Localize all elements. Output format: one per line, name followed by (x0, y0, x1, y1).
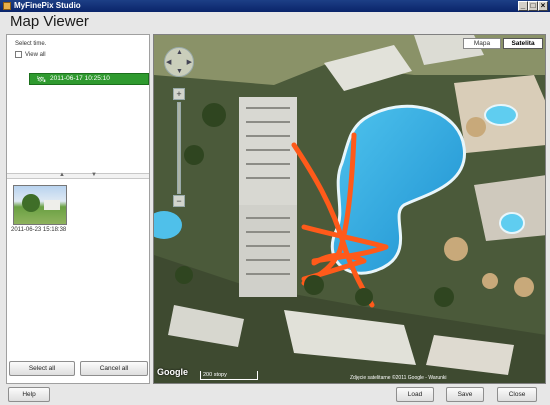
photo-thumbnail[interactable] (13, 185, 67, 225)
chevron-down-icon: ▼ (91, 172, 97, 178)
cancel-all-button[interactable]: Cancel all (80, 361, 148, 376)
map-type-satellite-button[interactable]: Satelita (503, 38, 543, 49)
thumbnail-tree (22, 194, 40, 212)
google-logo: Google (157, 367, 188, 377)
time-item-label: 2011-06-17 10:25:10 (50, 75, 110, 82)
maximize-button[interactable]: □ (528, 1, 538, 11)
pan-left-icon[interactable]: ◀ (166, 58, 171, 66)
save-button[interactable]: Save (446, 387, 484, 402)
page-title: Map Viewer (10, 13, 89, 30)
zoom-slider-track[interactable] (177, 102, 181, 194)
view-all-checkbox[interactable] (15, 51, 22, 58)
map-attribution[interactable]: Zdjęcie satelitarne ©2011 Google - Warun… (350, 375, 447, 381)
chevron-up-icon: ▲ (59, 172, 65, 178)
panel-splitter[interactable]: ▲ ▼ (7, 172, 149, 179)
view-all-row[interactable]: View all (15, 51, 46, 58)
satellite-icon: 🛰 (36, 75, 47, 84)
map-viewer-window: MyFinePix Studio _ □ × Map Viewer Select… (0, 0, 550, 405)
left-panel: Select time. View all 🛰 2011-06-17 10:25… (6, 34, 150, 384)
map-scale: 200 stopy (200, 371, 258, 380)
minimize-button[interactable]: _ (518, 1, 528, 11)
app-icon (3, 2, 11, 10)
thumbnail-building (44, 200, 60, 210)
select-all-button[interactable]: Select all (9, 361, 75, 376)
bottom-bar: Help Load Save Close (0, 384, 550, 405)
zoom-out-button[interactable]: − (173, 195, 185, 207)
hotel-building-left (239, 97, 297, 297)
help-button[interactable]: Help (8, 387, 50, 402)
view-all-label: View all (25, 51, 46, 58)
window-title: MyFinePix Studio (14, 1, 81, 10)
left-button-row: Select all Cancel all (6, 361, 150, 379)
thumbnail-date: 2011-06-23 15:18:38 (11, 227, 67, 233)
satellite-map[interactable] (154, 35, 546, 384)
pan-control[interactable]: ▲ ◀ ▶ ▼ (164, 47, 194, 77)
title-bar: MyFinePix Studio _ □ × (0, 0, 550, 12)
pan-up-icon[interactable]: ▲ (176, 49, 183, 56)
map-view[interactable]: ▲ ◀ ▶ ▼ + − Mapa Satelita Google 200 sto… (153, 34, 546, 384)
map-type-mapa-button[interactable]: Mapa (463, 38, 501, 49)
pan-right-icon[interactable]: ▶ (187, 58, 192, 66)
load-button[interactable]: Load (396, 387, 434, 402)
select-time-label: Select time. (15, 41, 47, 47)
time-list-item[interactable]: 🛰 2011-06-17 10:25:10 (29, 73, 149, 85)
close-window-button[interactable]: × (538, 1, 548, 11)
pan-down-icon[interactable]: ▼ (176, 68, 183, 75)
zoom-in-button[interactable]: + (173, 88, 185, 100)
close-button[interactable]: Close (497, 387, 537, 402)
